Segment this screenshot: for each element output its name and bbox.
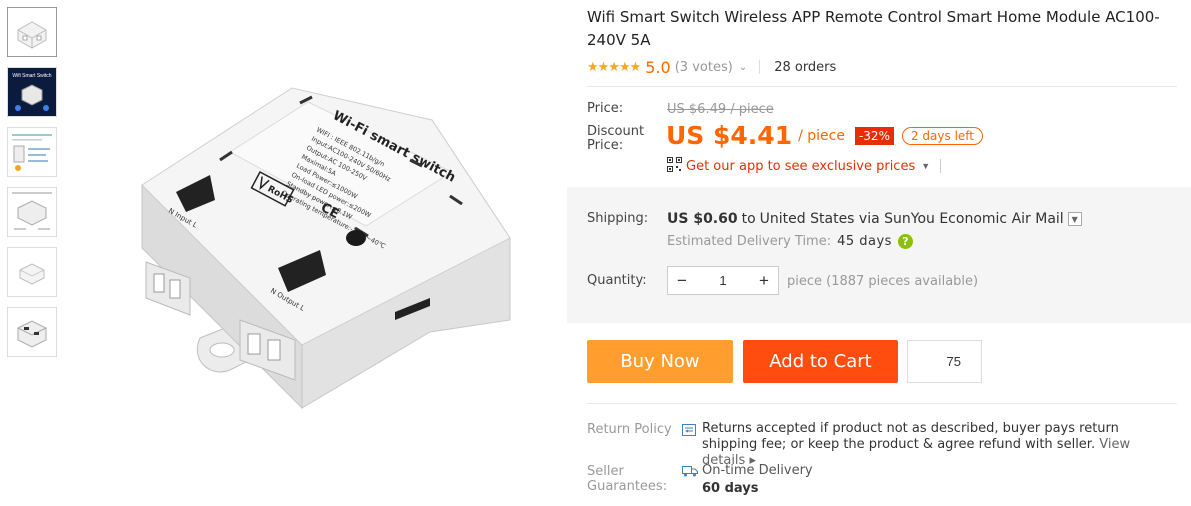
rating-score: 5.0 xyxy=(645,57,671,77)
quantity-input[interactable]: 1 xyxy=(719,273,726,288)
chevron-down-icon[interactable]: ▼ xyxy=(1067,212,1082,226)
return-policy-text: Returns accepted if product not as descr… xyxy=(702,421,1172,469)
discount-price: US $4.41 xyxy=(666,121,793,150)
thumbnail-title: Wifi Smart Switch xyxy=(12,73,51,79)
shipping-cost: US $0.60 xyxy=(667,211,738,227)
thumbnail-6[interactable] xyxy=(7,307,57,357)
divider xyxy=(587,403,1177,404)
return-policy-body: Returns accepted if product not as descr… xyxy=(702,421,1119,452)
price-label: Price: xyxy=(587,101,624,116)
wishlist-button[interactable]: 75 xyxy=(907,340,982,383)
guarantee-text: On-time Delivery xyxy=(702,463,813,478)
return-policy-label: Return Policy xyxy=(587,422,672,437)
delivery-estimate: Estimated Delivery Time: 45 days ? xyxy=(667,234,913,249)
days-left-badge: 2 days left xyxy=(901,126,984,145)
shipping-label: Shipping: xyxy=(587,211,649,226)
shipping-line: US $0.60 to United States via SunYou Eco… xyxy=(667,211,1082,227)
wishlist-count: 75 xyxy=(946,354,961,369)
help-icon[interactable]: ? xyxy=(897,234,913,249)
discount-price-label: Discount Price: xyxy=(587,124,645,153)
thumbnail-1[interactable] xyxy=(7,7,57,57)
buy-now-button[interactable]: Buy Now xyxy=(587,340,733,383)
decrease-button[interactable]: − xyxy=(668,271,696,291)
thumbnail-3[interactable] xyxy=(7,127,57,177)
thumbnail-5[interactable] xyxy=(7,247,57,297)
rating-row: ★★★★★ 5.0 (3 votes) ⌄ 28 orders xyxy=(587,57,836,77)
seller-guarantees-label: Seller Guarantees: xyxy=(587,464,667,494)
eta-value: 45 days xyxy=(837,234,892,249)
orders-count: 28 orders xyxy=(774,59,837,75)
add-to-cart-button[interactable]: Add to Cart xyxy=(743,340,898,383)
divider xyxy=(759,60,761,74)
shipping-to: to xyxy=(741,211,756,227)
thumbnail-list: Wifi Smart Switch xyxy=(7,7,57,367)
quantity-stepper: − 1 + xyxy=(667,266,779,295)
discount-badge: -32% xyxy=(854,126,894,145)
seller-guarantees-label-text: Seller Guarantees: xyxy=(587,464,668,494)
app-promo[interactable]: Get our app to see exclusive prices ▼ xyxy=(667,157,942,175)
caret-down-icon[interactable]: ▼ xyxy=(921,161,930,171)
increase-button[interactable]: + xyxy=(750,271,778,291)
chevron-down-icon[interactable]: ⌄ xyxy=(739,62,747,73)
shipping-destination[interactable]: United States via SunYou Economic Air Ma… xyxy=(760,211,1064,227)
eta-label: Estimated Delivery Time: xyxy=(667,234,832,249)
thumbnail-4[interactable] xyxy=(7,187,57,237)
quantity-label: Quantity: xyxy=(587,273,647,288)
star-icon: ★★★★★ xyxy=(587,59,641,74)
main-product-image[interactable]: Wi-Fi smart switch WIFI : IEEE 802.11b/g… xyxy=(70,0,565,501)
discount-price-row: US $4.41 / piece -32% 2 days left xyxy=(666,121,984,150)
divider xyxy=(940,159,942,173)
return-policy-icon xyxy=(682,423,696,441)
product-title: Wifi Smart Switch Wireless APP Remote Co… xyxy=(587,8,1160,49)
shipping-panel xyxy=(567,187,1191,323)
app-promo-text[interactable]: Get our app to see exclusive prices xyxy=(686,159,915,174)
quantity-available: piece (1887 pieces available) xyxy=(787,274,979,289)
qr-code-icon xyxy=(667,157,682,175)
thumbnail-2[interactable]: Wifi Smart Switch xyxy=(7,67,57,117)
votes-link[interactable]: (3 votes) xyxy=(675,60,733,75)
divider xyxy=(587,86,1177,87)
guarantee-days: 60 days xyxy=(702,481,759,496)
price-unit: / piece xyxy=(798,127,845,144)
delivery-truck-icon xyxy=(682,464,698,482)
original-price: US $6.49 / piece xyxy=(667,102,774,117)
